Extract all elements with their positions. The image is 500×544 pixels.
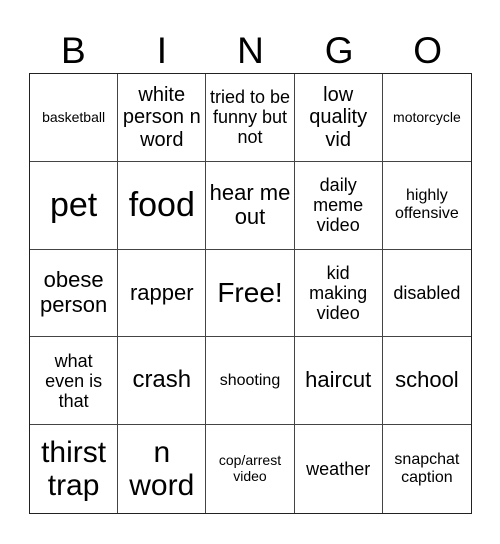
bingo-cell[interactable]: white person n word bbox=[118, 74, 207, 162]
bingo-cell[interactable]: cop/arrest video bbox=[206, 425, 295, 513]
cell-label: basketball bbox=[42, 108, 106, 125]
bingo-cell[interactable]: basketball bbox=[30, 74, 119, 162]
cell-label: school bbox=[395, 367, 459, 393]
header-letter-b: B bbox=[60, 30, 86, 71]
cell-label: crash bbox=[132, 366, 192, 394]
cell-label: highly offensive bbox=[395, 187, 459, 223]
bingo-cell[interactable]: highly offensive bbox=[382, 162, 471, 250]
cell-label: hear me out bbox=[209, 179, 291, 230]
bingo-cell[interactable]: what even is that bbox=[30, 337, 119, 426]
header-letter-n: N bbox=[237, 30, 264, 71]
cell-label: disabled bbox=[393, 282, 461, 303]
bingo-cell[interactable]: disabled bbox=[382, 250, 471, 338]
header-letter-g: G bbox=[324, 30, 354, 71]
bingo-cell[interactable]: hear me out bbox=[206, 161, 295, 250]
cell-label: snapchat caption bbox=[394, 451, 460, 487]
free-space-cell[interactable]: Free! bbox=[206, 249, 295, 338]
header-letter-i: I bbox=[156, 30, 168, 71]
free-space-label: Free! bbox=[217, 277, 283, 309]
cell-label: tried to be funny but not bbox=[209, 87, 291, 148]
bingo-cell[interactable]: haircut bbox=[294, 337, 383, 426]
bingo-cell[interactable]: obese person bbox=[30, 249, 119, 338]
cell-label: food bbox=[128, 186, 195, 225]
bingo-cell[interactable]: pet bbox=[30, 161, 119, 250]
cell-label: shooting bbox=[219, 371, 281, 389]
bingo-header: B I N G O bbox=[29, 20, 472, 73]
cell-label: white person n word bbox=[122, 83, 201, 151]
bingo-cell[interactable]: daily meme video bbox=[294, 161, 383, 250]
bingo-cell[interactable]: snapchat caption bbox=[383, 425, 471, 513]
bingo-cell[interactable]: school bbox=[382, 337, 471, 426]
cell-label: motorcycle bbox=[393, 108, 461, 125]
bingo-grid: basketball white person n word tried to … bbox=[29, 73, 472, 514]
bingo-cell[interactable]: low quality vid bbox=[294, 74, 383, 162]
header-letter-o: O bbox=[413, 30, 443, 71]
cell-label: rapper bbox=[129, 279, 194, 305]
cell-label: cop/arrest video bbox=[218, 452, 282, 485]
cell-label: daily meme video bbox=[313, 174, 364, 236]
bingo-cell[interactable]: tried to be funny but not bbox=[206, 74, 295, 162]
cell-label: kid making video bbox=[309, 262, 368, 324]
cell-label: what even is that bbox=[45, 350, 103, 411]
bingo-cell[interactable]: food bbox=[118, 161, 207, 250]
bingo-cell[interactable]: kid making video bbox=[294, 249, 383, 338]
bingo-cell[interactable]: n word bbox=[118, 425, 207, 513]
cell-label: obese person bbox=[39, 267, 108, 317]
bingo-cell[interactable]: rapper bbox=[118, 249, 207, 338]
cell-label: weather bbox=[306, 459, 371, 480]
bingo-cell[interactable]: crash bbox=[118, 337, 207, 426]
bingo-cell[interactable]: shooting bbox=[206, 337, 295, 426]
cell-label: pet bbox=[49, 186, 98, 225]
cell-label: haircut bbox=[305, 367, 372, 393]
bingo-cell[interactable]: motorcycle bbox=[382, 74, 471, 162]
cell-label: low quality vid bbox=[309, 83, 368, 151]
cell-label: thirst trap bbox=[41, 435, 107, 503]
bingo-cell[interactable]: weather bbox=[295, 425, 383, 513]
cell-label: n word bbox=[129, 435, 195, 503]
bingo-cell[interactable]: thirst trap bbox=[30, 425, 119, 513]
